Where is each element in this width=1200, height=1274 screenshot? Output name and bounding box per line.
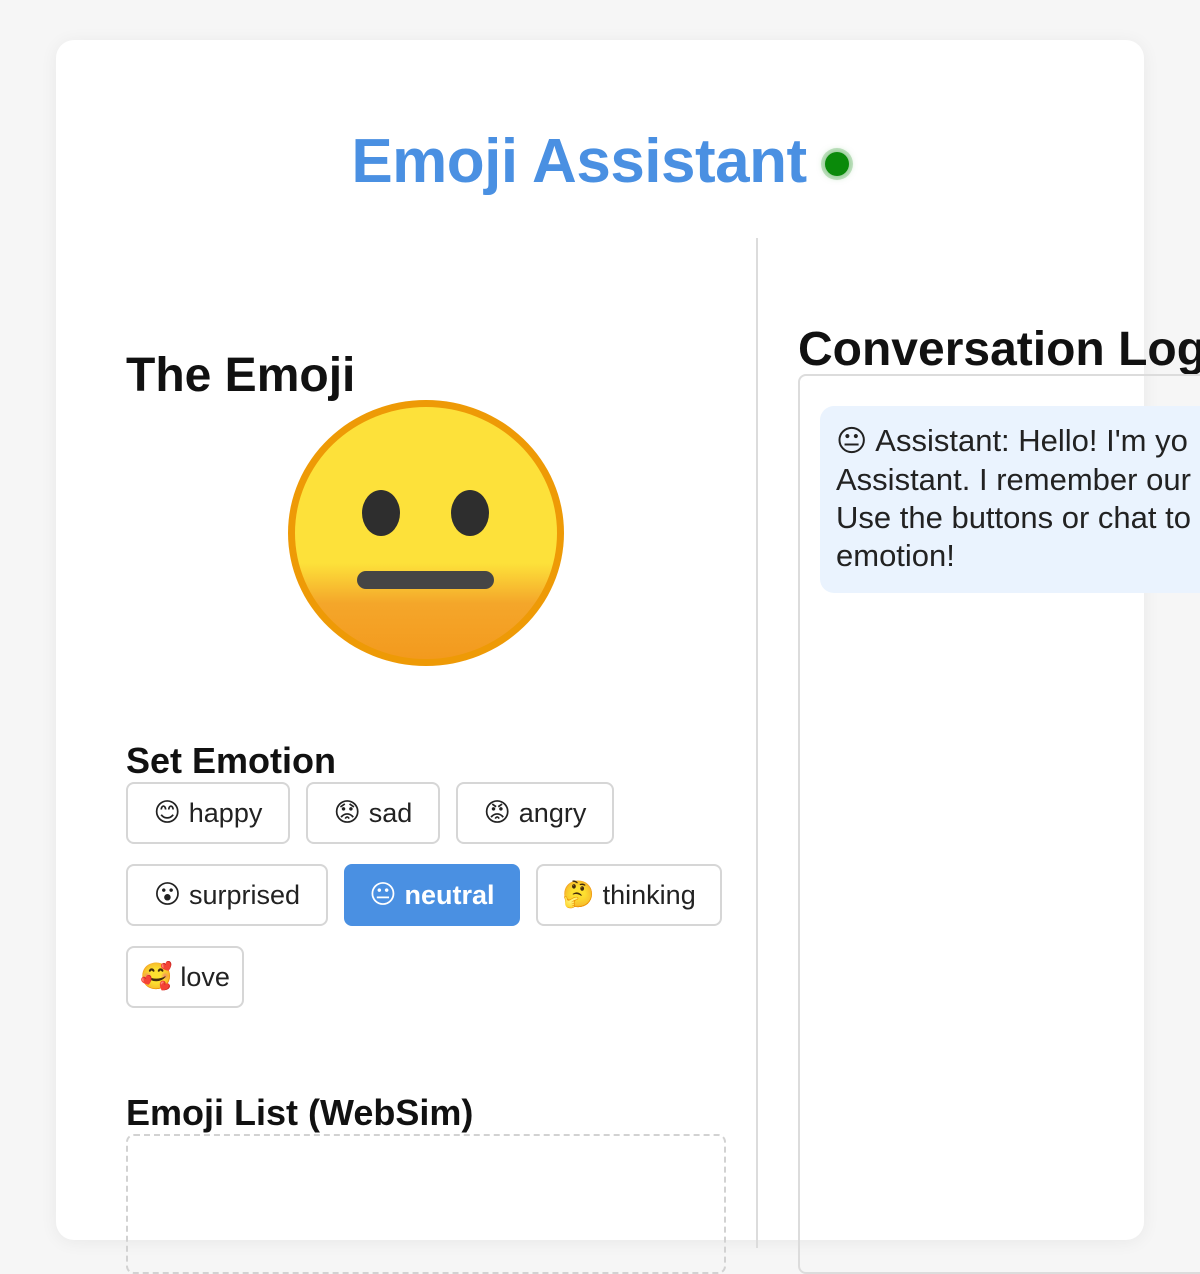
surprised-button[interactable]: 😮 surprised <box>126 864 328 926</box>
angry-button[interactable]: 😡 angry <box>456 782 614 844</box>
button-label: love <box>180 961 230 992</box>
sad-face-icon: 😟 <box>333 798 361 828</box>
sad-button[interactable]: 😟 sad <box>306 782 440 844</box>
thinking-face-icon: 🤔 <box>562 880 595 910</box>
neutral-button[interactable]: 😐 neutral <box>344 864 520 926</box>
button-label: sad <box>368 797 413 828</box>
love-button[interactable]: 🥰 love <box>126 946 244 1008</box>
conversation-log-heading: Conversation Log <box>798 323 1200 376</box>
happy-button[interactable]: 😊 happy <box>126 782 290 844</box>
emoji-heading: The Emoji <box>126 349 356 402</box>
message-line: Assistant. I remember our <box>836 462 1191 497</box>
message-line: 😐 Assistant: Hello! I'm yo <box>836 422 1200 461</box>
thinking-button[interactable]: 🤔 thinking <box>536 864 722 926</box>
panel-divider <box>756 238 758 1248</box>
happy-face-icon: 😊 <box>153 798 181 828</box>
message-line: emotion! <box>836 538 955 573</box>
header: Emoji Assistant <box>56 126 1144 197</box>
angry-face-icon: 😡 <box>483 798 511 828</box>
app-card: Emoji Assistant The Emoji Set Emotion 😊 h… <box>56 40 1200 1274</box>
button-label: thinking <box>602 879 696 910</box>
neutral-face-icon: 😐 <box>836 424 868 459</box>
set-emotion-heading: Set Emotion <box>126 740 337 781</box>
neutral-face-icon: 😐 <box>369 880 397 910</box>
app-title: Emoji Assistant <box>351 127 807 196</box>
button-label: neutral <box>404 879 495 910</box>
button-label: angry <box>518 797 587 828</box>
status-indicator-icon <box>824 151 849 176</box>
message-text: Assistant: Hello! I'm yo <box>875 423 1188 458</box>
love-face-icon: 🥰 <box>140 962 173 992</box>
surprised-face-icon: 😮 <box>153 880 182 910</box>
message-line: Use the buttons or chat to <box>836 500 1191 535</box>
emoji-list-heading: Emoji List (WebSim) <box>126 1092 474 1133</box>
button-label: surprised <box>189 879 301 910</box>
neutral-face-icon <box>288 400 564 666</box>
conversation-log[interactable]: 😐 Assistant: Hello! I'm yo Assistant. I r… <box>798 374 1200 1274</box>
assistant-message: 😐 Assistant: Hello! I'm yo Assistant. I r… <box>820 406 1200 593</box>
button-label: happy <box>188 797 263 828</box>
emoji-list-container <box>126 1134 726 1274</box>
